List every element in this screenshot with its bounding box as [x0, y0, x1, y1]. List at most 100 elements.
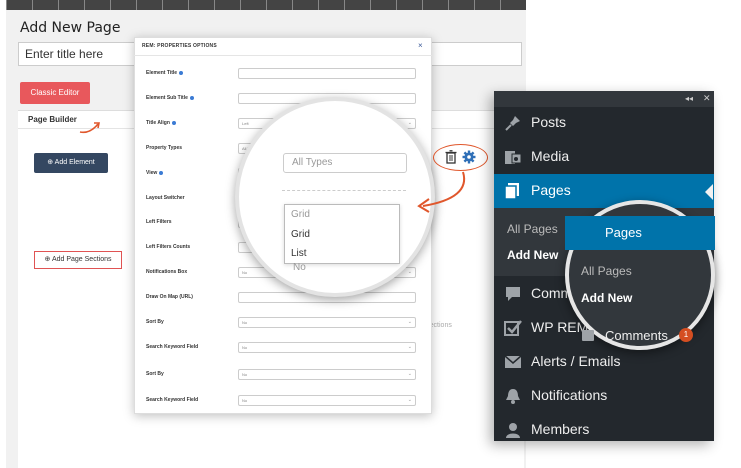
add-element-button[interactable]: ⊕ Add Element [34, 153, 108, 173]
property-types-select[interactable]: All Types [283, 153, 407, 173]
sidebar-item-label: Posts [531, 114, 567, 130]
collapse-icon[interactable]: ◂◂ [685, 94, 693, 103]
field-label-text: Draw On Map (URL) [146, 294, 193, 300]
field-value: No [242, 320, 248, 325]
plus-circle-icon: ⊕ [47, 159, 55, 166]
sidebar-item-notifications[interactable]: Notifications [494, 379, 714, 413]
add-sections-label: Add Page Sections [51, 256, 112, 263]
sidebar-item-label: Alerts / Emails [531, 353, 621, 369]
field-label: Element Title [146, 70, 184, 76]
info-icon[interactable] [189, 95, 194, 100]
active-indicator [705, 184, 713, 200]
field-input[interactable]: No ⌄ [238, 317, 416, 328]
modal-title: REM: PROPERTIES OPTIONS [142, 43, 217, 49]
info-icon[interactable] [171, 120, 176, 125]
dropdown-option[interactable]: Grid [291, 209, 310, 220]
info-icon[interactable] [159, 170, 164, 175]
sidebar-item-members[interactable]: Members [494, 413, 714, 441]
submenu-all-pages[interactable]: All Pages [507, 222, 558, 236]
field-value: No [242, 398, 248, 403]
sidebar-item-label: Pages [531, 182, 571, 198]
field-label: Left Filters [146, 219, 172, 225]
hint-arrow [79, 122, 100, 134]
classic-editor-button[interactable]: Classic Editor [20, 82, 90, 104]
dashed-divider [282, 190, 406, 191]
submenu-add-new[interactable]: Add New [507, 248, 558, 262]
page-builder-label: Page Builder [28, 115, 77, 124]
media-icon [505, 151, 522, 164]
field-label: Draw On Map (URL) [146, 294, 193, 300]
field-label: Layout Switcher [146, 195, 185, 201]
field-label: Search Keyword Field [146, 344, 198, 350]
field-label-text: Layout Switcher [146, 195, 185, 201]
sidebar-item-label: Members [531, 421, 590, 437]
sidebar-item-label: WP REM [531, 319, 589, 335]
field-label: Notifications Box [146, 269, 187, 275]
field-label: Left Filters Counts [146, 244, 190, 250]
sidebar-item-label: Notifications [531, 387, 608, 403]
chevron-down-icon: ⌄ [407, 319, 412, 325]
field-label: Sort By [146, 371, 164, 377]
field-label-text: Element Title [146, 70, 178, 76]
dropdown-option[interactable]: Grid [291, 229, 310, 240]
mail-icon [504, 355, 522, 368]
field-label-text: Search Keyword Field [146, 397, 199, 403]
ruler-ticks [6, 0, 526, 10]
field-label-text: Sort By [146, 371, 164, 377]
magnified-comments[interactable]: Comments [605, 328, 668, 343]
chevron-down-icon: ⌄ [407, 371, 412, 377]
magnified-pages-label[interactable]: Pages [605, 225, 642, 240]
chevron-down-icon: ⌄ [407, 269, 412, 275]
field-input[interactable]: No ⌄ [238, 395, 416, 406]
field-input[interactable] [238, 68, 416, 79]
pages-icon [504, 183, 519, 200]
field-label-text: Sort By [146, 319, 164, 325]
field-label: Title Align [146, 120, 176, 126]
sidebar-item-posts[interactable]: Posts [494, 106, 714, 140]
field-label: Element Sub Title [146, 95, 194, 101]
field-label-text: Left Filters [146, 219, 172, 225]
field-label: Property Types [146, 145, 182, 151]
field-value: No [242, 270, 248, 275]
field-input[interactable]: No ⌄ [238, 369, 416, 380]
plus-circle-icon: ⊕ [44, 256, 52, 263]
field-label-text: View [146, 170, 158, 176]
modal-divider [134, 55, 432, 56]
field-input[interactable]: No ⌄ [238, 342, 416, 353]
user-icon [506, 423, 520, 438]
comments-count-badge: 1 [679, 328, 693, 342]
sidebar-item-pages[interactable]: Pages [494, 174, 714, 208]
comments-icon [582, 330, 594, 341]
close-icon[interactable]: ✕ [703, 93, 711, 104]
field-label-text: Property Types [146, 145, 183, 151]
bell-icon [506, 389, 520, 404]
highlight-ring [433, 144, 488, 171]
pin-icon [505, 116, 520, 131]
magnified-all-pages[interactable]: All Pages [581, 264, 632, 278]
field-label: View [146, 170, 164, 176]
chevron-down-icon: ⌄ [407, 120, 412, 126]
field-label-text: Element Sub Title [146, 95, 188, 101]
field-label-text: Search Keyword Field [146, 344, 199, 350]
field-label: Sort By [146, 319, 164, 325]
notifications-value: No [293, 262, 306, 273]
dropdown-option[interactable]: List [291, 248, 307, 259]
pointer-arrow [417, 171, 466, 213]
add-page-sections-button[interactable]: ⊕ Add Page Sections [34, 251, 122, 269]
field-label-text: Title Align [146, 120, 170, 126]
field-label: Search Keyword Field [146, 397, 198, 403]
field-label-text: Notifications Box [146, 269, 188, 275]
sidebar-item-media[interactable]: Media [494, 140, 714, 174]
comments-icon [506, 287, 520, 301]
check-icon [504, 320, 522, 336]
sidebar-item-label: Media [531, 148, 570, 164]
trash-icon[interactable] [445, 150, 457, 164]
field-value: Left [242, 121, 249, 126]
chevron-down-icon: ⌄ [407, 397, 412, 403]
magnified-add-new[interactable]: Add New [581, 291, 632, 305]
gear-icon[interactable] [462, 150, 476, 164]
sidebar-item-alerts[interactable]: Alerts / Emails [494, 345, 714, 379]
field-value: No [242, 372, 248, 377]
close-icon[interactable]: × [418, 41, 423, 50]
info-icon[interactable] [179, 70, 184, 75]
